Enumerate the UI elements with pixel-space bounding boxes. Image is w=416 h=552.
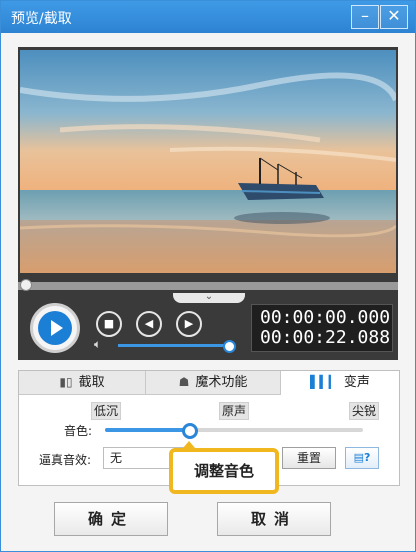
pitch-fill — [105, 428, 190, 432]
time-display: 00:00:00.000 00:00:22.088 — [251, 304, 393, 352]
pitch-slider[interactable] — [105, 423, 363, 439]
prev-frame-icon: ◀ — [144, 317, 154, 330]
tab-magic[interactable]: ☗ 魔术功能 — [146, 371, 281, 395]
sound-wave-icon: ▌▍▎ — [310, 375, 338, 389]
tab-crop[interactable]: ▮▯ 截取 — [19, 371, 146, 395]
reset-button[interactable]: 重置 — [282, 447, 336, 469]
current-time: 00:00:00.000 — [260, 307, 391, 328]
minimize-icon: – — [361, 6, 369, 25]
stop-icon: ■ — [103, 317, 115, 330]
tab-magic-label: 魔术功能 — [195, 375, 248, 390]
volume-thumb[interactable] — [223, 340, 236, 353]
tick-high: 尖锐 — [349, 402, 380, 420]
chevron-down-icon: ⌄ — [204, 291, 214, 302]
pitch-label: 音色: — [64, 424, 93, 438]
pitch-tooltip: 调整音色 — [169, 448, 279, 494]
tab-crop-label: 截取 — [78, 375, 105, 390]
tooltip-pointer — [183, 441, 195, 448]
minimize-button[interactable]: – — [351, 5, 379, 29]
effect-label: 逼真音效: — [39, 453, 92, 467]
collapse-toggle[interactable]: ⌄ — [173, 291, 245, 303]
preview-crop-window: 预览/截取 – ✕ ⌄ ■ ◀ ▶ 🔈︎ 00:00:00.000 00:00:… — [0, 0, 416, 552]
play-icon — [38, 311, 72, 345]
tab-bar: ▮▯ 截取 ☗ 魔术功能 ▌▍▎ 变声 — [19, 371, 399, 395]
seek-bar[interactable] — [18, 279, 398, 291]
cancel-button[interactable]: 取消 — [217, 502, 331, 536]
video-frame-image — [20, 50, 396, 273]
play-button[interactable] — [30, 303, 80, 353]
total-time: 00:00:22.088 — [260, 327, 391, 348]
help-icon: ▤? — [353, 451, 371, 464]
video-frame — [20, 50, 396, 273]
tick-low: 低沉 — [91, 402, 122, 420]
close-icon: ✕ — [387, 6, 401, 25]
magic-hat-icon: ☗ — [178, 375, 190, 389]
volume-slider[interactable] — [118, 340, 236, 353]
window-title: 预览/截取 — [11, 11, 72, 27]
tab-voice-change[interactable]: ▌▍▎ 变声 — [281, 371, 399, 395]
stop-button[interactable]: ■ — [96, 311, 122, 337]
ok-button[interactable]: 确定 — [54, 502, 168, 536]
tab-voice-change-label: 变声 — [343, 375, 370, 390]
next-frame-icon: ▶ — [184, 317, 194, 330]
seek-thumb[interactable] — [20, 279, 32, 291]
help-button[interactable]: ▤? — [345, 447, 379, 469]
tick-mid: 原声 — [219, 402, 250, 420]
pitch-thumb[interactable] — [182, 423, 198, 439]
crop-icon: ▮▯ — [59, 375, 73, 389]
video-preview-panel: ⌄ ■ ◀ ▶ 🔈︎ 00:00:00.000 00:00:22.088 — [18, 47, 398, 360]
next-frame-button[interactable]: ▶ — [176, 311, 202, 337]
title-bar[interactable]: 预览/截取 – ✕ — [1, 1, 415, 33]
prev-frame-button[interactable]: ◀ — [136, 311, 162, 337]
close-button[interactable]: ✕ — [380, 5, 408, 29]
speaker-icon[interactable]: 🔈︎ — [94, 337, 101, 352]
